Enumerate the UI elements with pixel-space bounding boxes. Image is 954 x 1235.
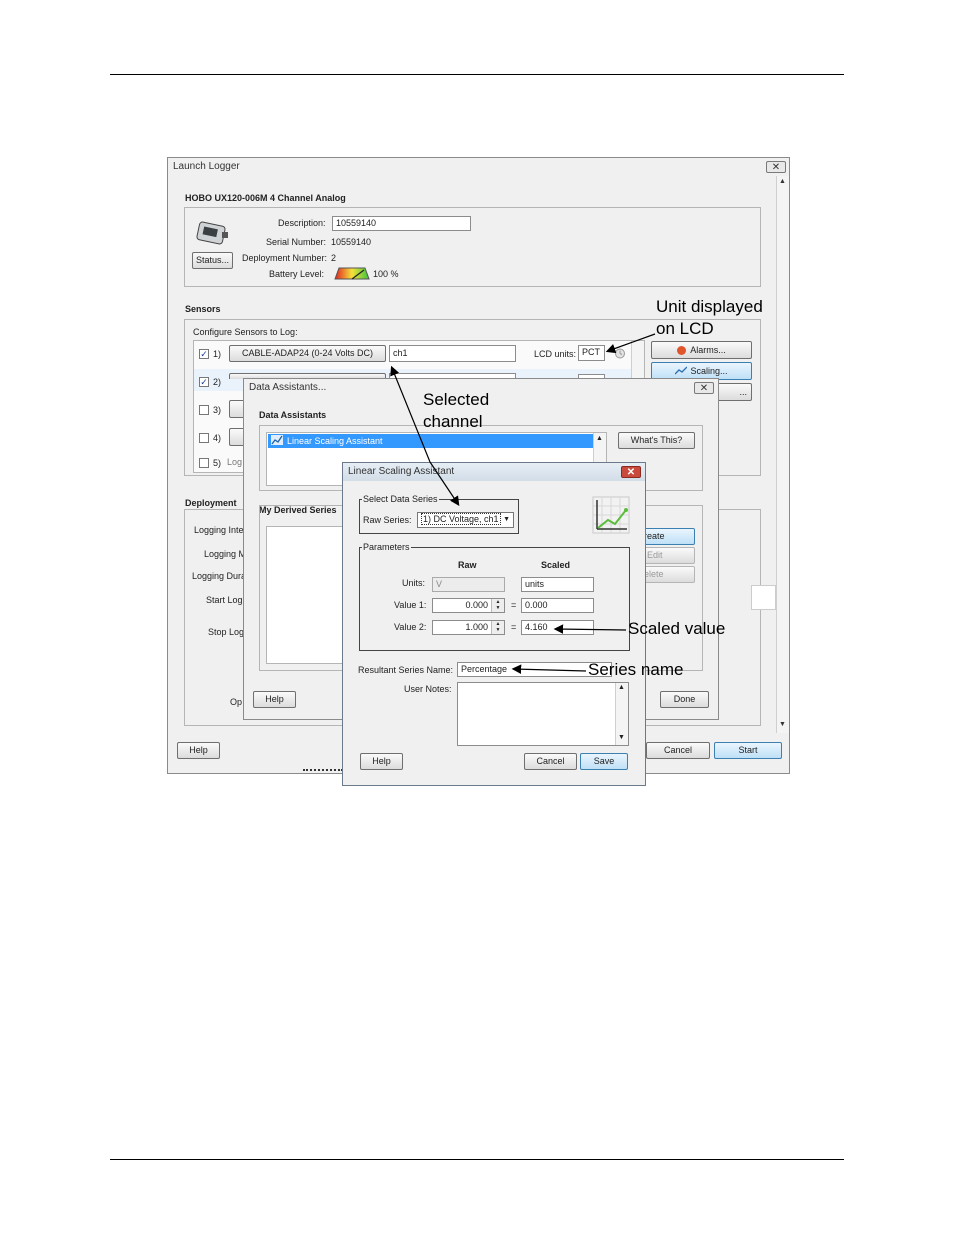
arrow-series-name bbox=[511, 664, 587, 674]
callout-arrows bbox=[390, 333, 656, 674]
arrow-selected-to-ch1 bbox=[390, 365, 431, 463]
arrow-scaled-value bbox=[553, 624, 627, 634]
arrow-unit-lcd bbox=[605, 333, 656, 354]
arrow-selected-to-series bbox=[429, 461, 460, 506]
